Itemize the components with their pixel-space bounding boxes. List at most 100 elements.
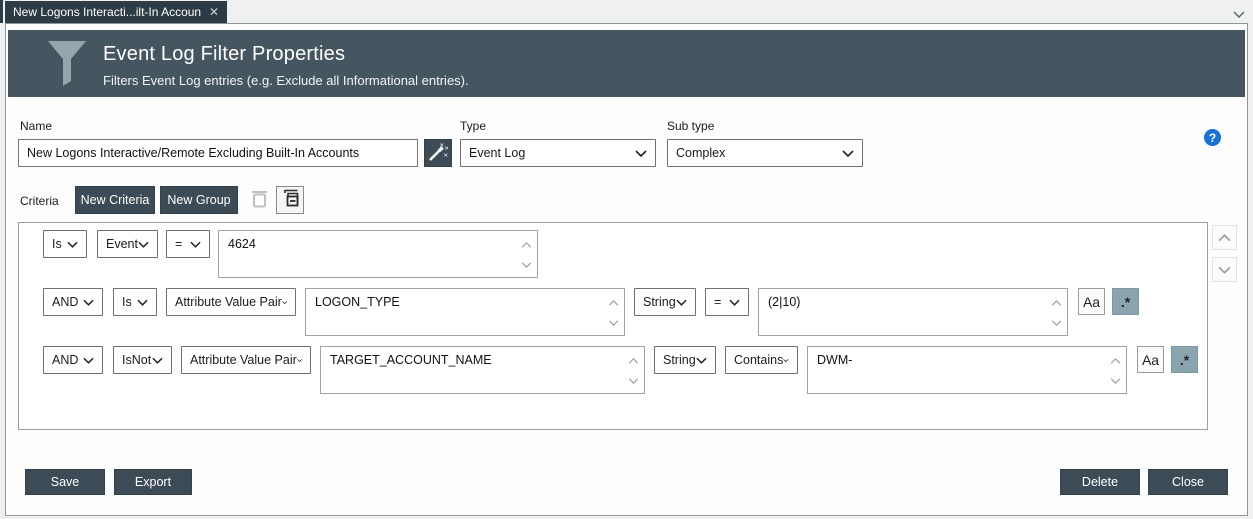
row2-operator-select[interactable]: Is	[113, 288, 157, 316]
row2-field-select[interactable]: Attribute Value Pair	[166, 288, 296, 316]
chevron-down-icon	[783, 358, 789, 362]
row1-value-text: 4624	[228, 237, 256, 251]
scroll-up-icon[interactable]	[1051, 293, 1062, 311]
name-label: Name	[20, 119, 53, 133]
row3-key-textarea[interactable]: TARGET_ACCOUNT_NAME	[320, 346, 645, 394]
row3-operator-select[interactable]: IsNot	[113, 346, 172, 374]
row2-comparison-select[interactable]: =	[705, 288, 749, 316]
chevron-down-icon	[152, 357, 163, 364]
scroll-down-icon[interactable]	[1110, 371, 1121, 389]
row2-key-text: LOGON_TYPE	[315, 295, 400, 309]
type-label: Type	[460, 119, 487, 133]
chevron-down-icon	[296, 358, 302, 362]
new-group-button[interactable]: New Group	[160, 186, 238, 214]
duplicate-criteria-button[interactable]	[276, 186, 304, 214]
row1-comparison-select[interactable]: =	[166, 230, 210, 258]
row1-operator-select[interactable]: Is	[43, 230, 87, 258]
chevron-down-icon	[635, 149, 647, 157]
row1-operator-value: Is	[52, 237, 62, 251]
move-criteria-down-button[interactable]	[1212, 257, 1237, 282]
chevron-down-icon[interactable]	[1233, 5, 1245, 23]
chevron-down-icon	[1218, 266, 1231, 274]
row1-field-value: Event	[106, 237, 138, 251]
row3-valuetype-value: String	[663, 353, 696, 367]
chevron-down-icon	[696, 357, 707, 364]
row2-valuetype-select[interactable]: String	[634, 288, 696, 316]
tab-strip-edge	[0, 0, 3, 23]
row2-case-sensitive-toggle[interactable]: Aa	[1078, 288, 1105, 315]
row1-value-textarea[interactable]: 4624	[218, 230, 538, 278]
tab-close-icon[interactable]: ✕	[209, 5, 219, 19]
row3-field-value: Attribute Value Pair	[190, 353, 297, 367]
svg-text:×: ×	[443, 151, 448, 159]
chevron-down-icon	[190, 241, 201, 248]
help-button[interactable]: ?	[1204, 129, 1221, 146]
delete-button[interactable]: Delete	[1060, 469, 1140, 495]
row3-join-select[interactable]: AND	[43, 346, 103, 374]
scroll-down-icon[interactable]	[521, 255, 532, 273]
chevron-down-icon	[729, 299, 740, 306]
scroll-up-icon[interactable]	[608, 293, 619, 311]
row2-value-textarea[interactable]: (2|10)	[758, 288, 1068, 336]
row3-case-sensitive-toggle[interactable]: Aa	[1137, 346, 1164, 373]
chevron-down-icon	[138, 241, 149, 248]
chevron-up-icon	[1218, 233, 1231, 241]
scroll-up-icon[interactable]	[521, 235, 532, 253]
chevron-down-icon	[676, 299, 687, 306]
row3-field-select[interactable]: Attribute Value Pair	[181, 346, 311, 374]
chevron-down-icon	[83, 299, 94, 306]
row3-valuetype-select[interactable]: String	[654, 346, 716, 374]
auto-name-wand-button[interactable]: × × ×	[424, 139, 452, 167]
row3-regex-toggle[interactable]: .*	[1171, 346, 1198, 373]
row2-field-value: Attribute Value Pair	[175, 295, 282, 309]
row3-key-text: TARGET_ACCOUNT_NAME	[330, 353, 492, 367]
row3-operator-value: IsNot	[122, 353, 152, 367]
scroll-up-icon[interactable]	[628, 351, 639, 369]
row3-join-value: AND	[52, 353, 79, 367]
page-title: Event Log Filter Properties	[103, 43, 346, 65]
chevron-down-icon	[842, 149, 854, 157]
row2-valuetype-value: String	[643, 295, 676, 309]
delete-criteria-button	[246, 188, 272, 214]
scroll-down-icon[interactable]	[628, 371, 639, 389]
magic-wand-icon: × × ×	[428, 141, 449, 165]
row2-value-text: (2|10)	[768, 295, 801, 309]
trash-icon	[251, 189, 268, 213]
row3-comparison-select[interactable]: Contains	[725, 346, 798, 374]
filter-funnel-icon	[46, 41, 88, 92]
row2-regex-toggle[interactable]: .*	[1112, 288, 1139, 315]
event-log-filter-window: New Logons Interacti...ilt-In Accounts ✕…	[0, 0, 1253, 519]
scroll-down-icon[interactable]	[1051, 313, 1062, 331]
chevron-down-icon	[137, 299, 148, 306]
row2-join-select[interactable]: AND	[43, 288, 103, 316]
save-button[interactable]: Save	[25, 469, 105, 495]
tab-strip: New Logons Interacti...ilt-In Accounts ✕	[0, 0, 1253, 23]
row2-key-textarea[interactable]: LOGON_TYPE	[305, 288, 625, 336]
move-criteria-up-button[interactable]	[1212, 225, 1237, 250]
row2-operator-value: Is	[122, 295, 132, 309]
row3-comparison-value: Contains	[734, 353, 784, 367]
question-mark-icon: ?	[1208, 130, 1217, 145]
page-subtitle: Filters Event Log entries (e.g. Exclude …	[103, 73, 469, 88]
type-select-value: Event Log	[469, 146, 526, 160]
row1-field-select[interactable]: Event	[97, 230, 158, 258]
new-criteria-button[interactable]: New Criteria	[75, 186, 155, 214]
subtype-select-value: Complex	[676, 146, 726, 160]
export-button[interactable]: Export	[114, 469, 192, 495]
criteria-label: Criteria	[20, 194, 59, 208]
row1-comparison-value: =	[175, 237, 183, 251]
tab-title: New Logons Interacti...ilt-In Accounts	[13, 5, 201, 19]
row2-join-value: AND	[52, 295, 79, 309]
subtype-select[interactable]: Complex	[667, 139, 863, 167]
type-select[interactable]: Event Log	[460, 139, 656, 167]
chevron-down-icon	[281, 300, 287, 304]
filter-name-input[interactable]	[18, 139, 418, 167]
scroll-up-icon[interactable]	[1110, 351, 1121, 369]
copy-group-icon	[281, 189, 299, 212]
scroll-down-icon[interactable]	[608, 313, 619, 331]
subtype-label: Sub type	[667, 119, 715, 133]
close-button[interactable]: Close	[1148, 469, 1228, 495]
chevron-down-icon	[67, 241, 78, 248]
row3-value-textarea[interactable]: DWM-	[807, 346, 1127, 394]
tab-new-logons-filter[interactable]: New Logons Interacti...ilt-In Accounts ✕	[5, 1, 227, 23]
